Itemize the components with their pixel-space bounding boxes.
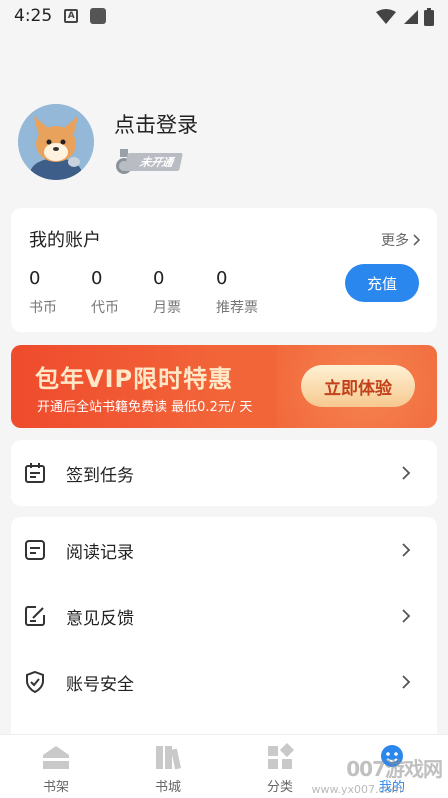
avatar[interactable]	[18, 104, 94, 180]
vip-promo-banner[interactable]: 包年VIP限时特惠 开通后全站书籍免费读 最低0.2元/ 天 立即体验	[11, 345, 437, 428]
chevron-right-icon	[402, 543, 411, 557]
calendar-icon	[25, 463, 45, 483]
stat-value: 0	[216, 268, 228, 289]
nav-tab-bookstore[interactable]: 书城	[112, 735, 224, 798]
notification-square-icon	[90, 8, 107, 24]
stat-value: 0	[153, 268, 165, 289]
vip-headline: 包年VIP限时特惠	[35, 365, 234, 393]
status-bar: 4:25 A	[0, 0, 448, 32]
vip-status-label: 未开通	[124, 153, 183, 171]
menu-label: 阅读记录	[66, 542, 134, 563]
login-prompt[interactable]: 点击登录	[114, 109, 198, 139]
stat-label: 推荐票	[216, 300, 258, 316]
menu-label: 账号安全	[66, 674, 134, 695]
more-label: 更多	[381, 233, 409, 249]
document-icon	[25, 540, 45, 560]
menu-item-history[interactable]: 阅读记录	[11, 517, 437, 583]
nav-label: 分类	[266, 780, 293, 795]
stat-label: 代币	[91, 300, 119, 316]
stat-value: 0	[29, 268, 41, 289]
books-icon	[156, 746, 182, 770]
stat-shubi[interactable]: 0 书币	[29, 268, 57, 317]
stat-label: 月票	[153, 300, 181, 316]
nav-label: 书城	[154, 780, 181, 795]
stat-label: 书币	[29, 300, 57, 316]
dog-mascot-icon	[18, 104, 94, 180]
nav-tab-bookshelf[interactable]: 书架	[0, 735, 112, 798]
try-now-button[interactable]: 立即体验	[301, 365, 415, 407]
chevron-right-icon	[402, 609, 411, 623]
site-watermark-url: www.yx007.com	[311, 783, 402, 796]
checkin-card: 签到任务	[11, 440, 437, 506]
recharge-button[interactable]: 充值	[345, 264, 419, 302]
stat-yuepiao[interactable]: 0 月票	[153, 268, 181, 317]
menu-label: 意见反馈	[66, 608, 134, 629]
menu-item-security[interactable]: 账号安全	[11, 649, 437, 715]
menu-item-feedback[interactable]: 意见反馈	[11, 583, 437, 649]
site-watermark: 007游戏网	[346, 757, 443, 781]
status-time: 4:25	[14, 6, 53, 26]
stat-daibi[interactable]: 0 代币	[91, 268, 119, 317]
edit-icon	[25, 606, 45, 626]
category-grid-icon	[268, 743, 295, 769]
battery-icon	[424, 8, 434, 26]
nav-label: 书架	[42, 780, 69, 795]
chevron-right-icon	[413, 234, 421, 246]
vip-subtitle: 开通后全站书籍免费读 最低0.2元/ 天	[37, 400, 253, 415]
wifi-icon	[376, 9, 396, 24]
chevron-right-icon	[402, 466, 411, 480]
stat-tuijianpiao[interactable]: 0 推荐票	[216, 268, 258, 317]
account-more-link[interactable]: 更多	[381, 230, 421, 250]
menu-list-card: 阅读记录 意见反馈 账号安全	[11, 517, 437, 747]
bookshelf-icon	[43, 746, 69, 769]
notification-a-icon: A	[64, 9, 79, 23]
vip-status-badge: 未开通	[114, 149, 198, 175]
account-card: 我的账户 更多 0 书币 0 代币 0 月票 0 推荐票 充值	[11, 208, 437, 332]
menu-label: 签到任务	[66, 465, 134, 486]
menu-item-checkin[interactable]: 签到任务	[11, 440, 437, 506]
profile-header[interactable]: 点击登录 未开通	[18, 104, 198, 180]
account-title: 我的账户	[29, 230, 101, 251]
chevron-right-icon	[402, 675, 411, 689]
shield-icon	[26, 670, 44, 694]
stat-value: 0	[91, 268, 103, 289]
signal-icon	[404, 10, 418, 24]
